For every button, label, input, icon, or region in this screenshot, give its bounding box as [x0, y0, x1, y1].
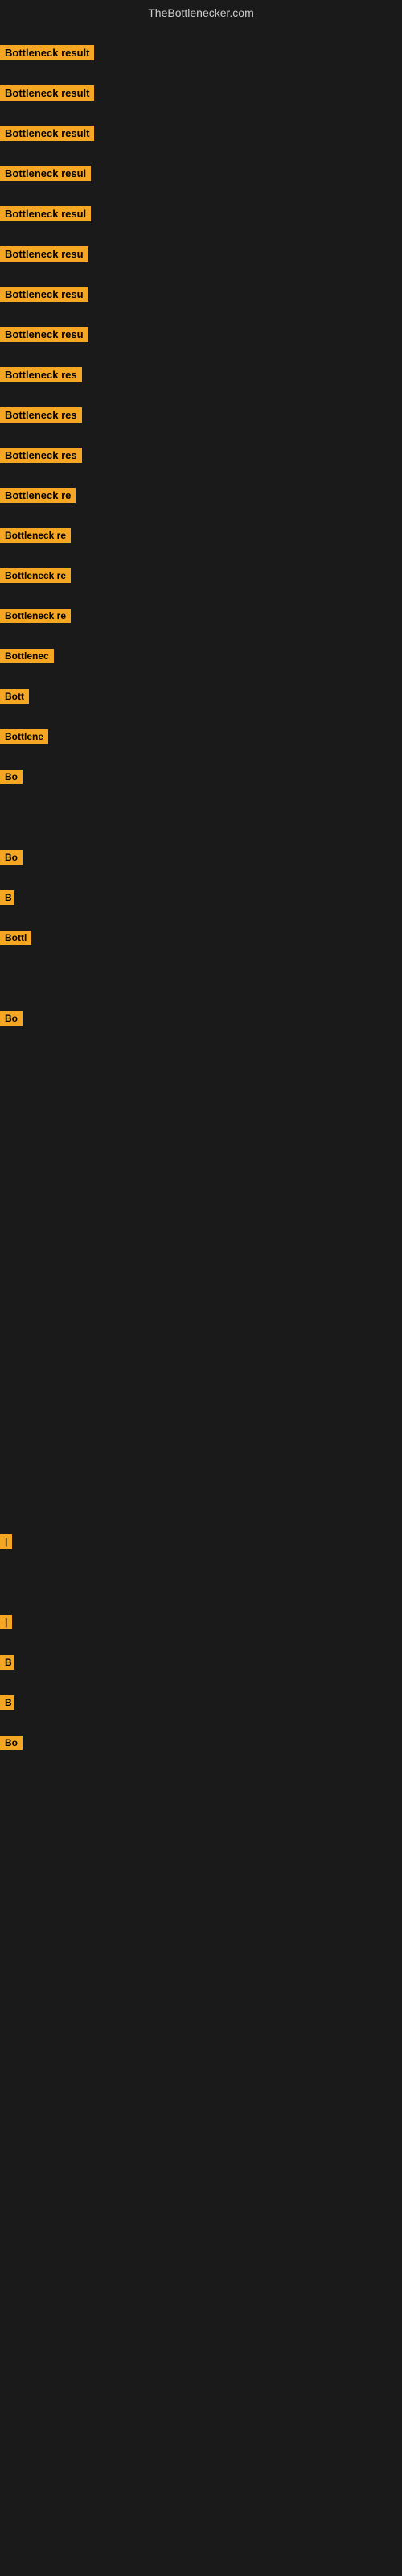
badge-item: Bottleneck resu — [0, 287, 88, 306]
badge-item: | — [0, 1534, 12, 1553]
bottleneck-badge: B — [0, 890, 14, 905]
bottleneck-badge: | — [0, 1615, 12, 1629]
badge-item: Bottleneck resu — [0, 246, 88, 266]
bottleneck-badge: Bottleneck result — [0, 85, 94, 101]
badge-item: Bottleneck resul — [0, 206, 91, 225]
badge-item: Bottleneck re — [0, 528, 71, 547]
bottleneck-badge: Bo — [0, 770, 23, 784]
bottleneck-badge: Bottleneck result — [0, 45, 94, 60]
bottleneck-badge: Bo — [0, 1011, 23, 1026]
badge-item: Bottlenec — [0, 649, 54, 667]
badge-item: Bo — [0, 850, 23, 869]
badge-item: Bo — [0, 1736, 23, 1754]
bottleneck-badge: Bottleneck result — [0, 126, 94, 141]
bottleneck-badge: Bott — [0, 689, 29, 704]
bottleneck-badge: Bottleneck re — [0, 488, 76, 503]
badge-item: B — [0, 1695, 14, 1714]
bottleneck-badge: Bottleneck res — [0, 448, 82, 463]
badge-item: Bottleneck re — [0, 488, 76, 507]
badge-item: Bottlene — [0, 729, 48, 748]
bottleneck-badge: Bottleneck resu — [0, 327, 88, 342]
bottleneck-badge: Bottleneck re — [0, 609, 71, 623]
bottleneck-badge: B — [0, 1655, 14, 1670]
bottleneck-badge: Bo — [0, 1736, 23, 1750]
badge-item: Bottleneck re — [0, 609, 71, 627]
badge-item: Bo — [0, 1011, 23, 1030]
bottleneck-badge: Bottleneck re — [0, 568, 71, 583]
badge-item: Bottleneck result — [0, 45, 94, 64]
bottleneck-badge: Bo — [0, 850, 23, 865]
badge-item: Bottleneck result — [0, 85, 94, 105]
badge-item: B — [0, 1655, 14, 1674]
bottleneck-badge: Bottleneck res — [0, 407, 82, 423]
badge-item: | — [0, 1615, 12, 1633]
badge-item: Bott — [0, 689, 29, 708]
bottleneck-badge: Bottleneck resu — [0, 246, 88, 262]
bottleneck-badge: Bottleneck resul — [0, 206, 91, 221]
bottleneck-badge: | — [0, 1534, 12, 1549]
badge-item: B — [0, 890, 14, 909]
bottleneck-badge: Bottleneck resul — [0, 166, 91, 181]
badge-item: Bottleneck res — [0, 448, 82, 467]
badge-item: Bo — [0, 770, 23, 788]
bottleneck-badge: Bottlenec — [0, 649, 54, 663]
badge-item: Bottleneck res — [0, 367, 82, 386]
badge-item: Bottleneck re — [0, 568, 71, 587]
badge-item: Bottl — [0, 931, 31, 949]
bottleneck-badge: Bottlene — [0, 729, 48, 744]
badge-item: Bottleneck resu — [0, 327, 88, 346]
badge-item: Bottleneck resul — [0, 166, 91, 185]
badge-item: Bottleneck res — [0, 407, 82, 427]
bottleneck-badge: Bottleneck re — [0, 528, 71, 543]
bottleneck-badge: Bottleneck resu — [0, 287, 88, 302]
bottleneck-badge: Bottl — [0, 931, 31, 945]
site-title: TheBottlenecker.com — [0, 0, 402, 23]
bottleneck-badge: B — [0, 1695, 14, 1710]
bottleneck-badge: Bottleneck res — [0, 367, 82, 382]
badge-item: Bottleneck result — [0, 126, 94, 145]
